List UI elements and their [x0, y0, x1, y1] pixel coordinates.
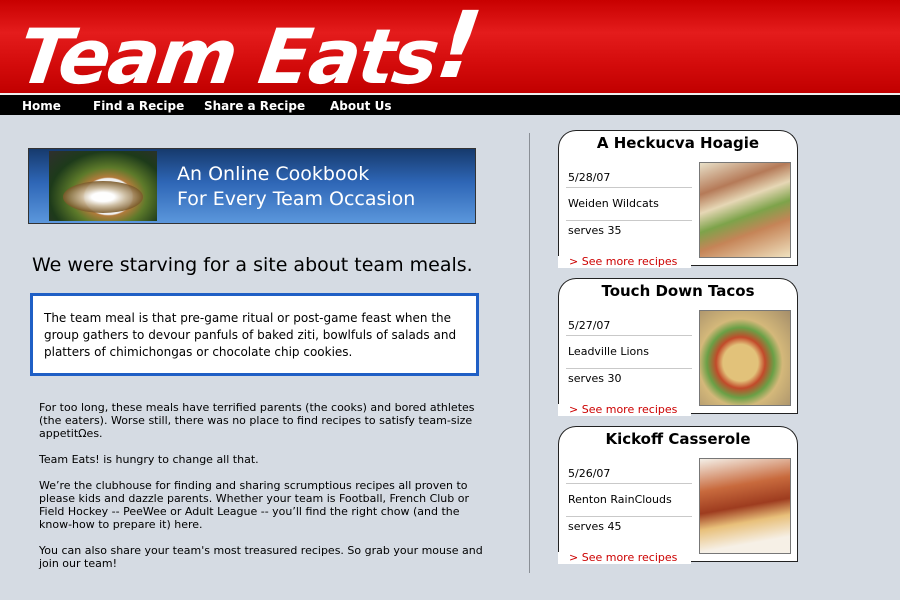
row-divider — [566, 335, 692, 336]
recipe-team: Renton RainClouds — [568, 493, 672, 506]
recipe-serves: serves 35 — [568, 224, 622, 237]
logo-text: Team Eats — [13, 12, 443, 93]
banner-line-2: For Every Team Occasion — [177, 188, 416, 210]
recipe-card: Kickoff Casserole 5/26/07 Renton RainClo… — [558, 426, 798, 564]
recipe-date: 5/28/07 — [568, 171, 611, 184]
recipe-date: 5/27/07 — [568, 319, 611, 332]
row-divider — [566, 483, 692, 484]
recipe-card: A Heckucva Hoagie 5/28/07 Weiden Wildcat… — [558, 130, 798, 268]
body-text: For too long, these meals have terrified… — [39, 401, 487, 583]
see-more-link[interactable]: > See more recipes — [558, 255, 691, 268]
recipe-team: Weiden Wildcats — [568, 197, 659, 210]
food-photo — [49, 151, 157, 221]
see-more-link[interactable]: > See more recipes — [558, 403, 691, 416]
body-paragraph: For too long, these meals have terrified… — [39, 401, 475, 440]
intro-callout: The team meal is that pre-game ritual or… — [30, 293, 479, 376]
callout-text: The team meal is that pre-game ritual or… — [44, 311, 457, 359]
see-more-link[interactable]: > See more recipes — [558, 551, 691, 564]
recipe-serves: serves 45 — [568, 520, 622, 533]
promo-banner: An Online Cookbook For Every Team Occasi… — [28, 148, 476, 224]
page-headline: We were starving for a site about team m… — [32, 254, 473, 276]
recipe-serves: serves 30 — [568, 372, 622, 385]
body-paragraph: Team Eats! is hungry to change all that. — [39, 453, 259, 466]
nav-find-recipe-link[interactable]: Find a Recipe — [93, 99, 184, 113]
see-more-label: > See more recipes — [569, 255, 678, 268]
recipe-title[interactable]: A Heckucva Hoagie — [558, 134, 798, 152]
row-divider — [566, 187, 692, 188]
column-divider — [529, 133, 530, 573]
recipe-card: Touch Down Tacos 5/27/07 Leadville Lions… — [558, 278, 798, 416]
recipe-photo[interactable] — [699, 458, 791, 554]
nav-home-link[interactable]: Home — [22, 99, 61, 113]
recipe-date: 5/26/07 — [568, 467, 611, 480]
nav-about-link[interactable]: About Us — [330, 99, 391, 113]
main-nav: Home Find a Recipe Share a Recipe About … — [0, 93, 900, 115]
body-paragraph: You can also share your team's most trea… — [39, 544, 483, 570]
row-divider — [566, 516, 692, 517]
recipe-title[interactable]: Touch Down Tacos — [558, 282, 798, 300]
nav-share-recipe-link[interactable]: Share a Recipe — [204, 99, 305, 113]
banner-line-1: An Online Cookbook — [177, 163, 370, 185]
recipe-photo[interactable] — [699, 162, 791, 258]
see-more-label: > See more recipes — [569, 551, 678, 564]
row-divider — [566, 220, 692, 221]
site-logo[interactable]: Team Eats! — [13, 0, 486, 93]
body-paragraph: We’re the clubhouse for finding and shar… — [39, 479, 470, 531]
see-more-label: > See more recipes — [569, 403, 678, 416]
recipe-photo[interactable] — [699, 310, 791, 406]
row-divider — [566, 368, 692, 369]
site-header: Team Eats! — [0, 0, 900, 93]
recipe-team: Leadville Lions — [568, 345, 649, 358]
recipe-title[interactable]: Kickoff Casserole — [558, 430, 798, 448]
